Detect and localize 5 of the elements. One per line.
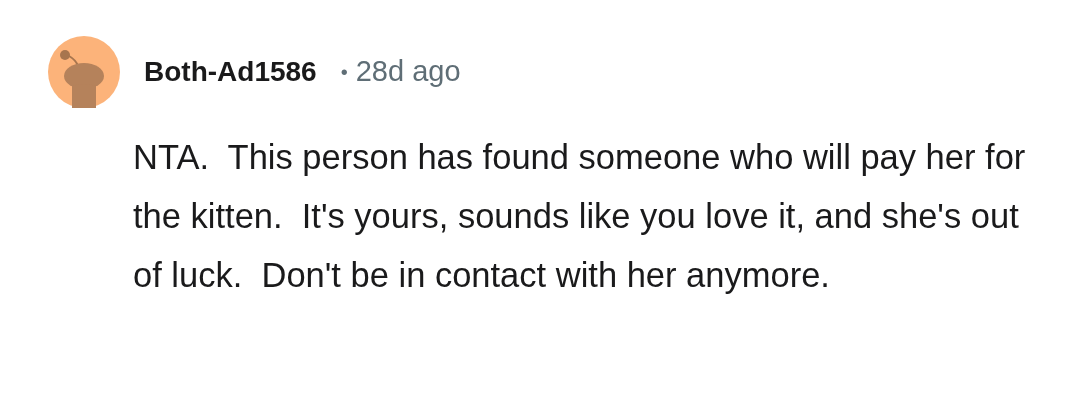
separator-dot: •: [340, 60, 348, 85]
username[interactable]: Both-Ad1586: [144, 51, 317, 93]
comment-text: NTA. This person has found someone who will pay her for the kitten. It's yours, sounds like you love it, and she's out of luck. Don't be in contact with her anymore.: [133, 137, 1027, 296]
timestamp: 28d ago: [355, 54, 461, 90]
avatar-icon: [48, 36, 120, 108]
